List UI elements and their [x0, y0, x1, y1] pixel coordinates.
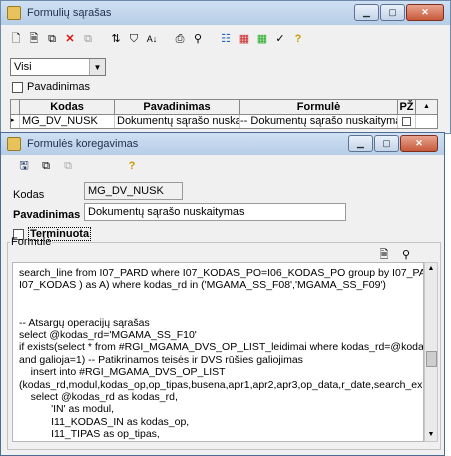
editor-scrollbar[interactable]: ▲ ▼ — [424, 262, 438, 442]
kodas-label: Kodas — [13, 189, 45, 201]
formule-group-label: Formulė — [11, 236, 52, 248]
help-icon[interactable]: ? — [125, 159, 139, 173]
code-line: select @kodas_rd as kodas_rd, — [19, 391, 178, 404]
formula-edit-titlebar[interactable]: Formulės koregavimas ▁ ▢ ✕ — [1, 133, 444, 155]
filter-icon[interactable]: ⛉ — [127, 32, 141, 46]
formula-editor[interactable]: search_line from I07_PARD where I07_KODA… — [12, 262, 424, 442]
code-line: 'IN' as modul, — [19, 403, 115, 416]
cell-pavadinimas: Dokumentų sąrašo nuskaitymas — [117, 115, 240, 128]
sort-az-icon[interactable]: A↓ — [145, 32, 159, 46]
find-icon[interactable]: ⚲ — [399, 248, 413, 262]
tree-view-icon[interactable]: ☷ — [219, 32, 233, 46]
code-line: and galioja=1) -- Patikrinamos teisės ir… — [19, 353, 303, 366]
code-line: I11_KODAS_IN as kodas_op, — [19, 415, 190, 428]
print-icon[interactable]: ⎙ — [173, 32, 187, 46]
column-header-formule[interactable]: Formulė — [240, 100, 398, 114]
checkbox-box[interactable] — [12, 81, 23, 93]
code-line: (kodas_rd,modul,kodas_op,op_tipas,busena… — [19, 378, 424, 391]
pz-checkbox[interactable] — [402, 117, 411, 126]
window-icon — [7, 6, 21, 20]
window-title: Formulės koregavimas — [27, 138, 139, 150]
column-header-pavadinimas[interactable]: Pavadinimas — [115, 100, 240, 114]
delete-icon[interactable]: ✕ — [63, 32, 77, 46]
code-line: -- Atsargų operacijų sąrašas — [19, 316, 150, 329]
code-line: search_line from I07_PARD where I07_KODA… — [19, 267, 424, 279]
document-icon[interactable]: 🗎 — [377, 248, 391, 262]
sort-icon[interactable]: ⇅ — [109, 32, 123, 46]
window-title: Formulių sąrašas — [27, 7, 112, 19]
window-icon — [7, 137, 21, 151]
column-header-pz[interactable]: PŽ — [398, 100, 416, 114]
pavadinimas-field[interactable]: Dokumentų sąrašo nuskaitymas — [84, 203, 346, 221]
scroll-down-icon[interactable]: ▼ — [425, 429, 437, 441]
code-line: select @kodas_rd='MGAMA_SS_F10' — [19, 329, 197, 342]
duplicate-icon[interactable]: ⧉ — [61, 159, 75, 173]
export-icon[interactable]: ▦ — [237, 32, 251, 46]
formulas-list-window: Formulių sąrašas ▁ ▢ ✕ 🗋 🗎 ⧉ ✕ ⧉ ⇅ ⛉ A↓ … — [0, 0, 451, 134]
formulas-table: Kodas Pavadinimas Formulė PŽ ▲ ▸ MG_DV_N… — [10, 99, 438, 129]
chevron-down-icon[interactable]: ▼ — [89, 59, 105, 75]
minimize-button[interactable]: ▁ — [354, 4, 379, 21]
filter-select[interactable]: Visi ▼ — [10, 58, 106, 76]
check-icon[interactable]: ✓ — [273, 32, 287, 46]
column-header-kodas[interactable]: Kodas — [20, 100, 115, 114]
pavadinimas-checkbox[interactable]: Pavadinimas — [12, 81, 90, 93]
cell-pz[interactable] — [398, 115, 416, 128]
scrollbar-thumb[interactable] — [426, 351, 437, 367]
scroll-up-icon[interactable]: ▲ — [425, 263, 437, 275]
duplicate-icon[interactable]: ⧉ — [81, 32, 95, 46]
pavadinimas-label: Pavadinimas — [13, 209, 81, 221]
code-line: if exists(select * from #RGI_MGAMA_DVS_O… — [19, 341, 424, 354]
table-header: Kodas Pavadinimas Formulė PŽ ▲ — [11, 100, 437, 115]
table-row[interactable]: ▸ MG_DV_NUSK Dokumentų sąrašo nuskaityma… — [11, 115, 437, 128]
row-marker: ▸ — [11, 115, 20, 128]
minimize-button[interactable]: ▁ — [348, 135, 373, 152]
code-line: I11_TIPAS as op_tipas, — [19, 428, 160, 441]
copy-tree-icon[interactable]: ⧉ — [45, 32, 59, 46]
cell-kodas: MG_DV_NUSK — [20, 115, 115, 128]
code-line: I07_KODAS ) as A) where kodas_rd in ('MG… — [19, 279, 386, 292]
maximize-button[interactable]: ▢ — [374, 135, 399, 152]
formulas-list-titlebar[interactable]: Formulių sąrašas ▁ ▢ ✕ — [1, 1, 450, 25]
edit-document-icon[interactable]: 🗎 — [27, 32, 41, 46]
close-button[interactable]: ✕ — [400, 135, 438, 152]
row-indicator-header — [11, 100, 20, 114]
maximize-button[interactable]: ▢ — [380, 4, 405, 21]
find-icon[interactable]: ⚲ — [191, 32, 205, 46]
close-button[interactable]: ✕ — [406, 4, 444, 21]
copy-tree-icon[interactable]: ⧉ — [39, 159, 53, 173]
kodas-field[interactable]: MG_DV_NUSK — [84, 182, 183, 200]
save-icon[interactable]: 🖫 — [17, 159, 31, 173]
help-icon[interactable]: ? — [291, 32, 305, 46]
new-document-icon[interactable]: 🗋 — [9, 32, 23, 46]
import-icon[interactable]: ▦ — [255, 32, 269, 46]
scroll-up-icon[interactable]: ▲ — [416, 100, 437, 114]
code-line: insert into #RGI_MGAMA_DVS_OP_LIST — [19, 366, 226, 379]
cell-formule: -- Dokumentų sąrašo nuskaitymas — [240, 115, 398, 128]
